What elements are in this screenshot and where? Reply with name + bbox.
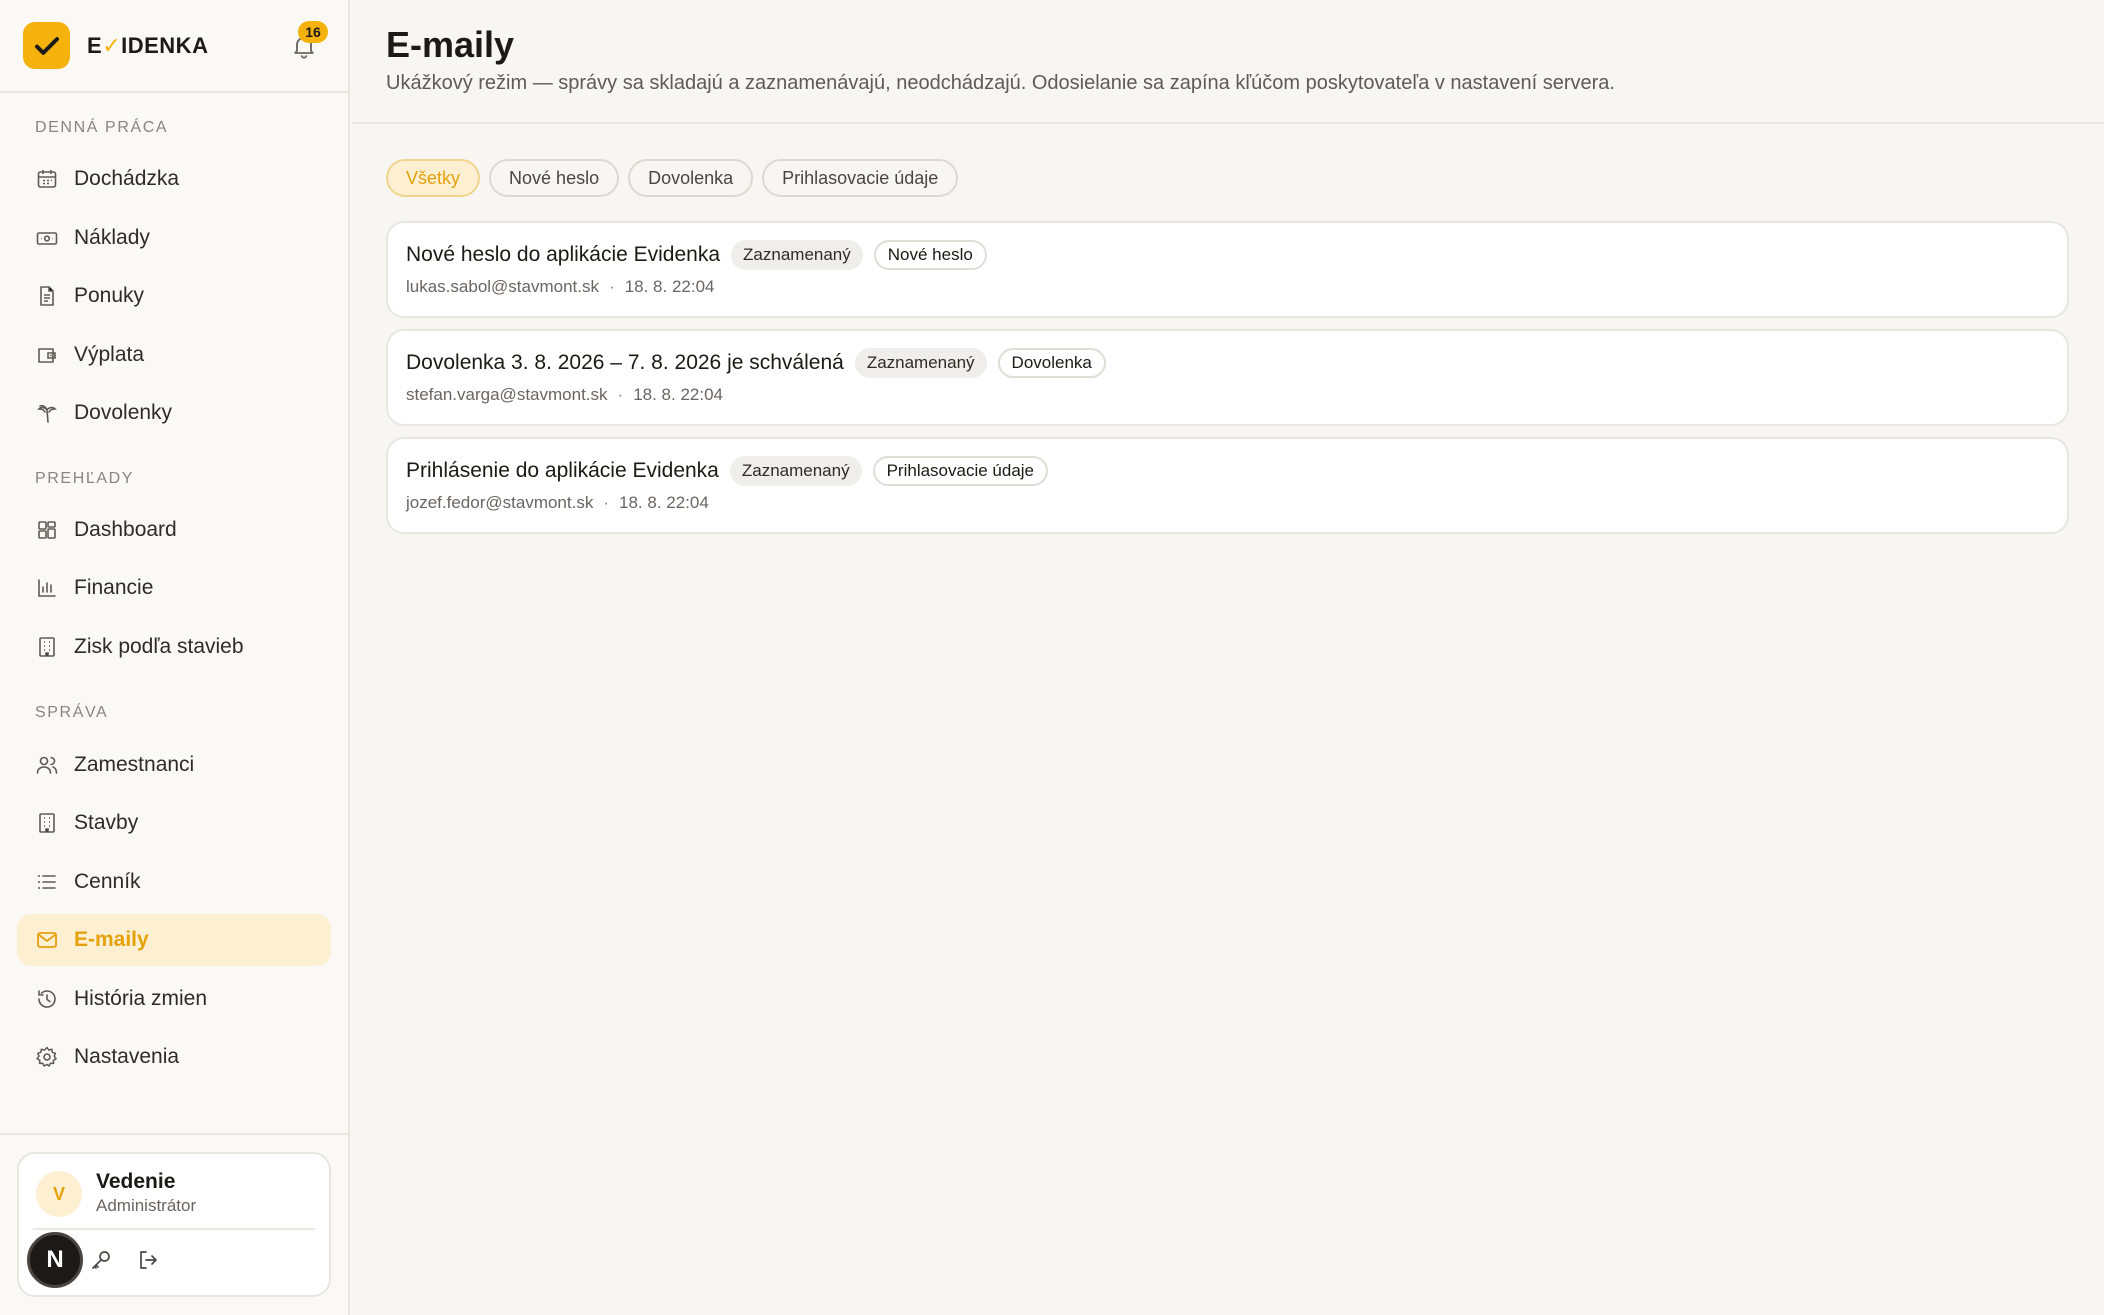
nav-section-admin: Správa bbox=[35, 704, 109, 721]
mail-icon bbox=[37, 932, 57, 948]
filter-chips: Všetky Nové heslo Dovolenka Prihlasovaci… bbox=[386, 159, 959, 197]
page-header: E-maily Ukážkový režim — správy sa sklad… bbox=[352, 0, 2104, 124]
status-badge: Zaznamenaný bbox=[731, 240, 863, 270]
email-recipient: lukas.sabol@stavmont.sk bbox=[406, 277, 600, 296]
email-item[interactable]: Nové heslo do aplikácie Evidenka Zazname… bbox=[386, 221, 2069, 318]
divider bbox=[0, 1133, 350, 1135]
sidebar: E✓IDENKA 16 Denná práca Dochádzka Náklad… bbox=[0, 0, 350, 1315]
page-title: E-maily bbox=[386, 24, 515, 65]
sidebar-item-label: Dochádzka bbox=[74, 167, 180, 190]
main-content: E-maily Ukážkový režim — správy sa sklad… bbox=[352, 0, 2104, 1315]
users-icon bbox=[36, 756, 58, 774]
sidebar-item-label: E-maily bbox=[74, 928, 149, 951]
email-item[interactable]: Prihlásenie do aplikácie Evidenka Zaznam… bbox=[386, 437, 2069, 534]
sidebar-item-label: Výplata bbox=[74, 343, 145, 366]
sidebar-item-emaily[interactable]: E-maily bbox=[17, 914, 331, 966]
sidebar-item-label: Zisk podľa stavieb bbox=[74, 635, 244, 658]
sidebar-item-label: Nastavenia bbox=[74, 1045, 180, 1068]
sidebar-item-label: Cenník bbox=[74, 870, 141, 893]
status-badge: Zaznamenaný bbox=[729, 456, 862, 486]
sidebar-item-label: Dovolenky bbox=[74, 401, 173, 424]
email-list: Nové heslo do aplikácie Evidenka Zazname… bbox=[386, 221, 2069, 545]
email-date: 18. 8. 22:04 bbox=[619, 493, 709, 512]
filter-chip-vacation[interactable]: Dovolenka bbox=[628, 159, 754, 197]
user-name: Vedenie bbox=[96, 1170, 176, 1193]
building-icon bbox=[39, 637, 55, 657]
sidebar-item-stavby[interactable]: Stavby bbox=[17, 797, 331, 849]
dev-tools-badge[interactable]: N bbox=[27, 1232, 83, 1288]
building-icon bbox=[39, 813, 55, 833]
email-recipient: stefan.varga@stavmont.sk bbox=[406, 385, 608, 404]
email-date: 18. 8. 22:04 bbox=[633, 385, 723, 404]
history-icon bbox=[38, 990, 56, 1008]
sidebar-item-naklady[interactable]: Náklady bbox=[17, 212, 331, 264]
email-subject: Prihlásenie do aplikácie Evidenka bbox=[406, 459, 719, 482]
notification-badge: 16 bbox=[298, 21, 328, 43]
dashboard-grid-icon bbox=[38, 521, 56, 539]
separator-dot: · bbox=[617, 385, 624, 404]
list-icon bbox=[38, 875, 56, 889]
type-badge: Nové heslo bbox=[873, 240, 987, 270]
type-badge: Dovolenka bbox=[997, 348, 1106, 378]
brand-name: E✓IDENKA bbox=[87, 32, 209, 58]
filter-chip-new-password[interactable]: Nové heslo bbox=[489, 159, 620, 197]
email-item[interactable]: Dovolenka 3. 8. 2026 – 7. 8. 2026 je sch… bbox=[386, 329, 2069, 426]
banknote-icon bbox=[36, 232, 58, 245]
sidebar-item-historia[interactable]: História zmien bbox=[17, 973, 331, 1025]
sidebar-item-dashboard[interactable]: Dashboard bbox=[17, 504, 331, 556]
nav-section-overviews: Prehľady bbox=[35, 470, 135, 487]
type-badge: Prihlasovacie údaje bbox=[872, 456, 1049, 486]
sidebar-item-label: Financie bbox=[74, 576, 154, 599]
separator-dot: · bbox=[603, 493, 610, 512]
document-icon bbox=[40, 286, 54, 306]
wallet-icon bbox=[38, 348, 56, 363]
sidebar-item-financie[interactable]: Financie bbox=[17, 562, 331, 614]
email-date: 18. 8. 22:04 bbox=[624, 277, 715, 296]
email-subject: Nové heslo do aplikácie Evidenka bbox=[406, 243, 721, 266]
filter-chip-login-details[interactable]: Prihlasovacie údaje bbox=[762, 159, 959, 197]
sidebar-item-label: Ponuky bbox=[74, 284, 145, 307]
sidebar-item-vyplata[interactable]: Výplata bbox=[17, 329, 331, 381]
palm-tree-icon bbox=[37, 404, 57, 423]
sidebar-item-cennik[interactable]: Cenník bbox=[17, 856, 331, 908]
gear-icon bbox=[36, 1046, 57, 1067]
sidebar-item-ponuky[interactable]: Ponuky bbox=[17, 270, 331, 322]
bar-chart-icon bbox=[38, 579, 56, 597]
status-badge: Zaznamenaný bbox=[854, 348, 987, 378]
separator-dot: · bbox=[609, 277, 615, 296]
page-subtitle: Ukážkový režim — správy sa skladajú a za… bbox=[386, 72, 1615, 94]
sidebar-item-zisk[interactable]: Zisk podľa stavieb bbox=[17, 621, 331, 673]
email-recipient: jozef.fedor@stavmont.sk bbox=[406, 493, 594, 512]
key-icon[interactable] bbox=[89, 1248, 113, 1272]
divider bbox=[33, 1228, 315, 1230]
calendar-icon bbox=[37, 170, 57, 188]
sidebar-item-nastavenia[interactable]: Nastavenia bbox=[17, 1031, 331, 1083]
sidebar-item-label: Zamestnanci bbox=[74, 753, 195, 776]
sidebar-item-zamestnanci[interactable]: Zamestnanci bbox=[17, 739, 331, 791]
sidebar-item-dovolenky[interactable]: Dovolenky bbox=[17, 387, 331, 439]
nav-section-daily: Denná práca bbox=[35, 119, 169, 136]
logout-icon[interactable] bbox=[136, 1248, 160, 1272]
sidebar-item-label: Stavby bbox=[74, 811, 139, 834]
user-role: Administrátor bbox=[96, 1196, 197, 1215]
logo-checkmark-icon[interactable] bbox=[23, 22, 70, 69]
filter-chip-all[interactable]: Všetky bbox=[386, 159, 481, 197]
sidebar-item-dochadzka[interactable]: Dochádzka bbox=[17, 153, 331, 205]
avatar[interactable]: V bbox=[36, 1171, 82, 1217]
sidebar-item-label: História zmien bbox=[74, 987, 208, 1010]
email-subject: Dovolenka 3. 8. 2026 – 7. 8. 2026 je sch… bbox=[406, 351, 844, 374]
sidebar-item-label: Dashboard bbox=[74, 518, 177, 541]
sidebar-item-label: Náklady bbox=[74, 226, 150, 249]
